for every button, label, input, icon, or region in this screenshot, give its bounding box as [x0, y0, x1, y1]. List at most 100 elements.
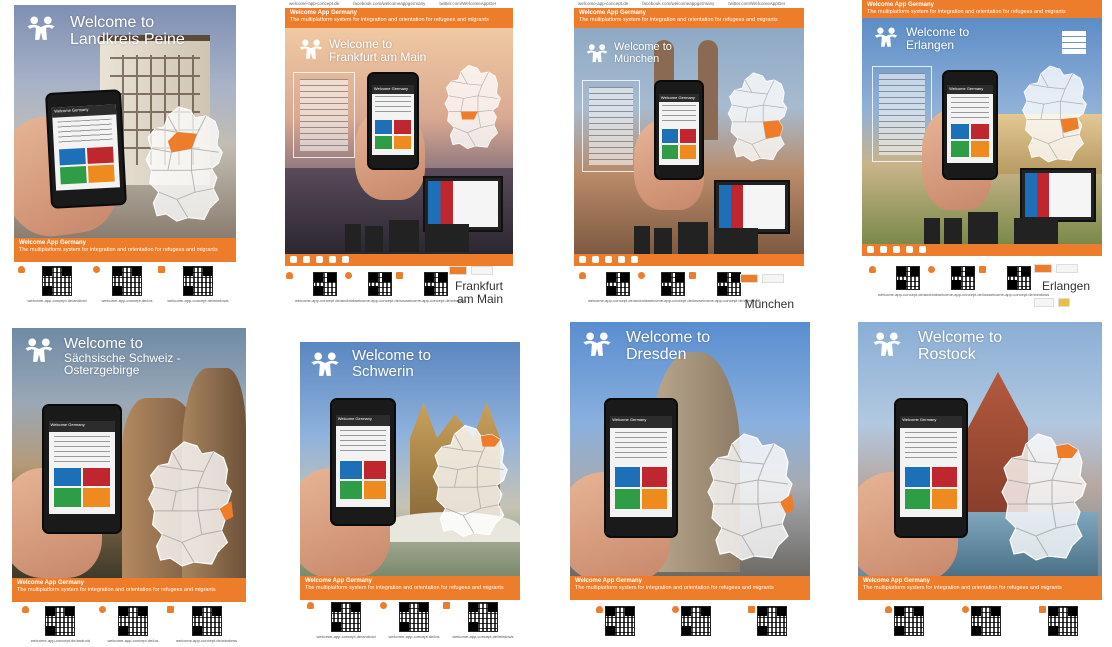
qr-windows[interactable]: welcome-app-concept.de/windows: [158, 266, 229, 303]
band: Welcome App Germany The multiplatform sy…: [570, 576, 810, 600]
qr-url[interactable]: welcome-app-concept.de/android: [878, 292, 937, 297]
qr-row: welcome-app-concept.de/android welcome-a…: [286, 272, 466, 303]
germany-map-icon: [142, 440, 234, 568]
qr-url[interactable]: welcome-app-concept.de/ios: [647, 298, 698, 303]
city-name-line-2: am Main: [456, 292, 503, 307]
welcome-line-1: Welcome to: [329, 37, 393, 51]
welcome-line-3: Osterzgebirge: [64, 363, 140, 378]
phone-screen: Welcome Germany: [335, 414, 391, 507]
facebook-link[interactable]: facebook.com/welcomeappgermany: [353, 1, 425, 7]
twitter-link[interactable]: twitter.com/WelcomeAppGer: [728, 1, 785, 7]
qr-url[interactable]: welcome-app-concept.de/android: [316, 634, 375, 639]
poster-muenchen: welcome-app-concept.de facebook.com/welc…: [574, 0, 804, 316]
qr-windows[interactable]: [748, 606, 787, 636]
qr-url[interactable]: welcome-app-concept.de/windows: [452, 634, 513, 639]
qr-android[interactable]: welcome-app-concept.de/android: [21, 606, 90, 643]
smartphone-icon: Welcome Germany: [654, 80, 704, 180]
band-subtitle: The multiplatform system for integration…: [290, 17, 489, 23]
city-emblem-icon: [1062, 30, 1086, 54]
welcome-heading: Welcome to Rostock: [918, 329, 1002, 364]
qr-ios[interactable]: welcome-app-concept.de/ios: [92, 266, 153, 303]
devices-image: [345, 176, 509, 252]
smartphone-icon: Welcome Germany: [604, 398, 678, 538]
qr-windows[interactable]: [1039, 606, 1079, 636]
city-name: Erlangen: [1042, 279, 1090, 293]
facebook-link[interactable]: facebook.com/welcomeappgermany: [642, 1, 714, 7]
qr-url[interactable]: welcome-app-concept.de/ios: [354, 298, 405, 303]
welcome-line-2: München: [614, 52, 660, 65]
band-subtitle: The multiplatform system for integration…: [579, 17, 778, 23]
phone-screen-title: Welcome Germany: [610, 416, 672, 429]
qr-url[interactable]: welcome-app-concept.de/ios: [389, 634, 440, 639]
qr-url[interactable]: welcome-app-concept.de/android: [27, 298, 86, 303]
android-icon: [869, 266, 876, 273]
qr-android[interactable]: [596, 606, 635, 636]
welcome-logo-icon: [872, 26, 900, 48]
band-subtitle: The multiplatform system for integration…: [575, 585, 774, 591]
website-link[interactable]: welcome-app-concept.de: [578, 1, 628, 7]
welcome-logo-icon: [24, 14, 58, 42]
twitter-link[interactable]: twitter.com/WelcomeAppGer: [439, 1, 496, 7]
website-link[interactable]: welcome-app-concept.de: [289, 1, 339, 7]
qr-url[interactable]: welcome-app-concept.de/windows: [176, 638, 237, 643]
poster-landkreis-peine: Welcome to Landkreis Peine Welcome Germa…: [14, 5, 236, 305]
qr-ios[interactable]: welcome-app-concept.de/ios: [98, 606, 159, 643]
qr-url[interactable]: welcome-app-concept.de/windows: [167, 298, 228, 303]
band-subtitle: The multiplatform system for integration…: [867, 9, 1066, 15]
qr-url[interactable]: welcome-app-concept.de/ios: [108, 638, 159, 643]
qr-url[interactable]: welcome-app-concept.de/android: [588, 298, 647, 303]
qr-android[interactable]: welcome-app-concept.de/android: [307, 602, 376, 639]
qr-url[interactable]: welcome-app-concept.de/android: [31, 638, 90, 643]
germany-map-icon: [441, 64, 507, 150]
band-title: Welcome App Germany: [863, 578, 931, 584]
android-icon: [307, 602, 315, 609]
qr-url[interactable]: welcome-app-concept.de/windows: [988, 292, 1049, 297]
icon-strip: [862, 244, 1102, 256]
welcome-logo-icon: [22, 336, 56, 364]
qr-android[interactable]: [884, 606, 924, 636]
qr-ios[interactable]: welcome-app-concept.de/ios: [379, 602, 440, 639]
icon-strip: [285, 254, 513, 266]
city-name: Frankfurt am Main: [455, 279, 503, 307]
qr-url[interactable]: welcome-app-concept.de/ios: [937, 292, 988, 297]
band-title: Welcome App Germany: [579, 10, 647, 16]
devices-image: [924, 168, 1100, 244]
band-subtitle: The multiplatform system for integration…: [17, 587, 216, 593]
header-band: Welcome App Germany The multiplatform sy…: [574, 8, 804, 28]
phone-screen: Welcome Germany: [52, 104, 120, 191]
phone-screen: Welcome Germany: [658, 93, 700, 165]
phone-screen-title: Welcome Germany: [947, 84, 993, 95]
germany-map-icon: [428, 422, 516, 540]
band-title: Welcome App Germany: [575, 578, 643, 584]
qr-windows[interactable]: welcome-app-concept.de/windows: [167, 606, 237, 643]
qr-url[interactable]: welcome-app-concept.de/android: [295, 298, 354, 303]
qr-android[interactable]: welcome-app-concept.de/android: [18, 266, 87, 303]
welcome-line-2: Erlangen: [906, 37, 955, 52]
qr-row: [582, 606, 810, 636]
band-title: Welcome App Germany: [305, 578, 373, 584]
welcome-line-1: Welcome to: [64, 335, 143, 352]
phone-screen-title: Welcome Germany: [48, 421, 116, 433]
android-icon: [18, 266, 26, 273]
welcome-line-1: Welcome to: [352, 347, 431, 364]
phone-screen: Welcome Germany: [48, 421, 116, 515]
info-text-box: [582, 80, 640, 172]
header-band: Welcome App Germany The multiplatform sy…: [862, 0, 1102, 18]
qr-windows[interactable]: welcome-app-concept.de/windows: [443, 602, 514, 639]
sponsor-logos: [1034, 298, 1070, 307]
poster-rostock: Welcome to Rostock Welcome Germany Welco…: [858, 322, 1102, 647]
phone-screen-title: Welcome Germany: [658, 93, 700, 103]
band: Welcome App Germany The multiplatform sy…: [14, 238, 236, 262]
welcome-heading: Welcome to Schwerin: [352, 348, 431, 380]
qr-ios[interactable]: [961, 606, 1001, 636]
qr-ios[interactable]: [672, 606, 711, 636]
band: Welcome App Germany The multiplatform sy…: [300, 576, 520, 600]
welcome-line-1: Welcome to: [70, 14, 155, 31]
band: Welcome App Germany The multiplatform sy…: [12, 578, 246, 602]
icon-strip: [574, 254, 804, 266]
welcome-line-1: Welcome to: [614, 41, 672, 53]
qr-url[interactable]: welcome-app-concept.de/ios: [102, 298, 153, 303]
qr-row: welcome-app-concept.de/android welcome-a…: [21, 606, 246, 643]
windows-icon: [979, 266, 987, 273]
partner-logos: [449, 266, 493, 275]
